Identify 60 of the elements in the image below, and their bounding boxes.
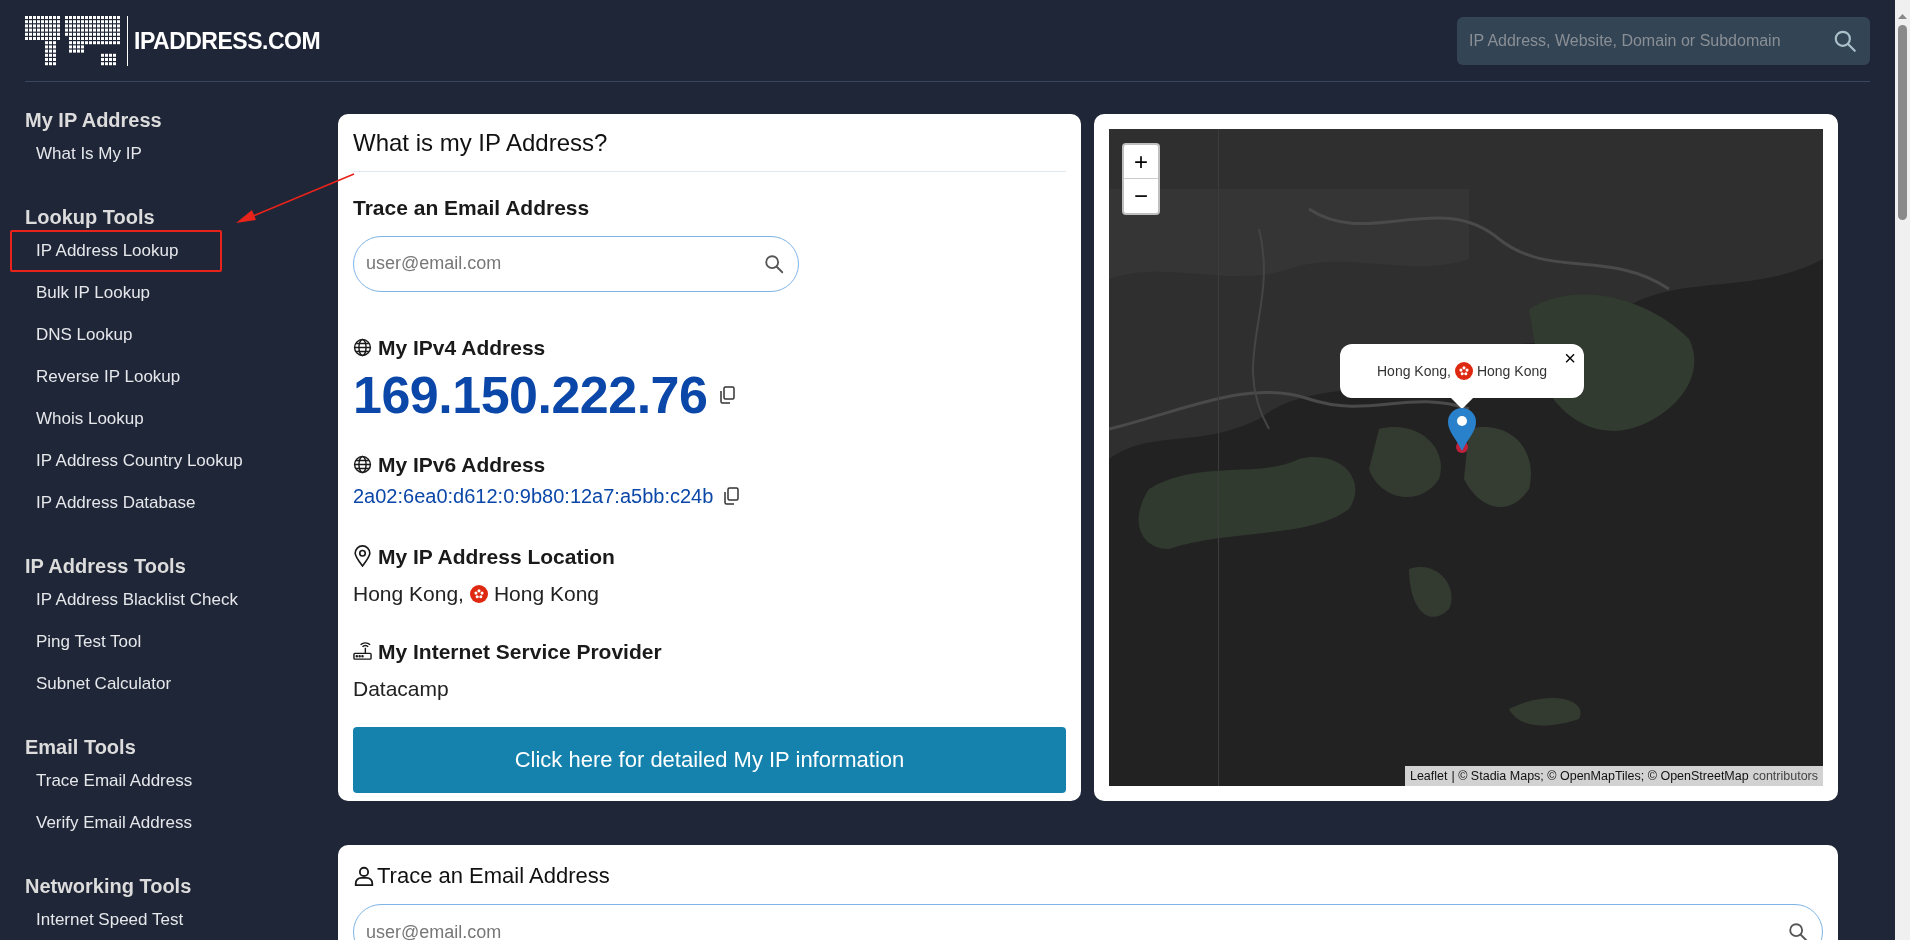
sidebar-heading: My IP Address bbox=[24, 108, 163, 133]
sidebar-item[interactable]: What Is My IP bbox=[10, 133, 222, 175]
sidebar-item[interactable]: Subnet Calculator bbox=[10, 663, 222, 705]
ipv4-address: 169.150.222.76 bbox=[353, 365, 708, 425]
email-field[interactable]: user@email.com bbox=[353, 904, 1823, 940]
section-heading: My IP Address Location bbox=[378, 543, 615, 570]
sidebar-item[interactable]: IP Address Country Lookup bbox=[10, 440, 253, 482]
sidebar-item[interactable]: IP Address Database bbox=[10, 482, 222, 524]
attribution-text: | © Stadia Maps; © OpenMapTiles; © OpenStreetMap bbox=[1451, 768, 1749, 785]
sidebar-item[interactable]: Trace Email Address bbox=[10, 760, 222, 802]
card-title: What is my IP Address? bbox=[353, 114, 1066, 172]
search-icon bbox=[763, 252, 785, 275]
close-button[interactable]: × bbox=[1564, 346, 1576, 370]
sidebar-item[interactable]: Reverse IP Lookup bbox=[10, 356, 222, 398]
globe-icon bbox=[353, 337, 372, 357]
sidebar-heading: Networking Tools bbox=[24, 874, 193, 899]
sidebar-heading: IP Address Tools bbox=[24, 554, 187, 579]
scroll-up-arrow-icon[interactable] bbox=[1898, 14, 1907, 19]
popup-country: Hong Kong bbox=[1476, 361, 1547, 381]
zoom-out-button[interactable]: − bbox=[1124, 179, 1158, 213]
popup-city: Hong Kong, bbox=[1377, 361, 1451, 381]
location-pin-icon bbox=[353, 545, 372, 568]
search-field[interactable]: IP Address, Website, Domain or Subdomain bbox=[1457, 16, 1870, 65]
detailed-info-button[interactable]: Click here for detailed My IP information bbox=[353, 726, 1066, 793]
globe-icon bbox=[353, 455, 372, 475]
section-heading: My IPv6 Address bbox=[378, 452, 546, 478]
copy-icon[interactable] bbox=[719, 386, 736, 404]
map-marker-icon[interactable] bbox=[1447, 407, 1477, 453]
section-heading: My IPv4 Address bbox=[378, 334, 546, 361]
sidebar-item[interactable]: Whois Lookup bbox=[10, 398, 222, 440]
scrollbar[interactable] bbox=[1895, 0, 1910, 940]
sidebar-item[interactable]: Ping Test Tool bbox=[10, 621, 222, 663]
search-icon bbox=[1787, 921, 1809, 940]
sidebar-heading: Lookup Tools bbox=[24, 205, 156, 230]
ipv6-address[interactable]: 2a02:6ea0:d612:0:9b80:12a7:a5bb:c24b bbox=[353, 480, 714, 511]
location-country: Hong Kong bbox=[493, 581, 599, 607]
section-heading: Trace an Email Address bbox=[353, 195, 591, 221]
sidebar-item[interactable]: Verify Email Address bbox=[10, 802, 222, 844]
sidebar-item[interactable]: Internet Speed Test bbox=[10, 899, 222, 940]
site-logo-text[interactable]: IPADDRESS.COM bbox=[134, 23, 321, 59]
flag-icon bbox=[1454, 362, 1473, 380]
card-title: Trace an Email Address bbox=[377, 862, 610, 890]
location-city: Hong Kong, bbox=[353, 581, 464, 607]
router-icon bbox=[353, 641, 372, 661]
contributors-link[interactable]: contributors bbox=[1752, 766, 1818, 786]
scrollbar-thumb[interactable] bbox=[1898, 25, 1907, 220]
sidebar-heading: Email Tools bbox=[24, 735, 137, 760]
isp-name: Datacamp bbox=[353, 676, 450, 702]
sidebar-item[interactable]: DNS Lookup bbox=[10, 314, 222, 356]
flag-icon bbox=[469, 584, 488, 603]
leaflet-link[interactable]: Leaflet bbox=[1409, 766, 1448, 786]
sidebar-item[interactable]: Bulk IP Lookup bbox=[10, 272, 222, 314]
copy-icon[interactable] bbox=[723, 486, 740, 505]
zoom-in-button[interactable]: + bbox=[1124, 145, 1158, 179]
sidebar-item[interactable]: IP Address Lookup bbox=[10, 230, 222, 272]
sidebar-item[interactable]: IP Address Blacklist Check bbox=[10, 579, 248, 621]
section-heading: My Internet Service Provider bbox=[378, 638, 662, 665]
world-map-logo-icon bbox=[25, 16, 121, 66]
user-icon bbox=[353, 864, 375, 887]
email-field[interactable]: user@email.com bbox=[353, 235, 799, 292]
